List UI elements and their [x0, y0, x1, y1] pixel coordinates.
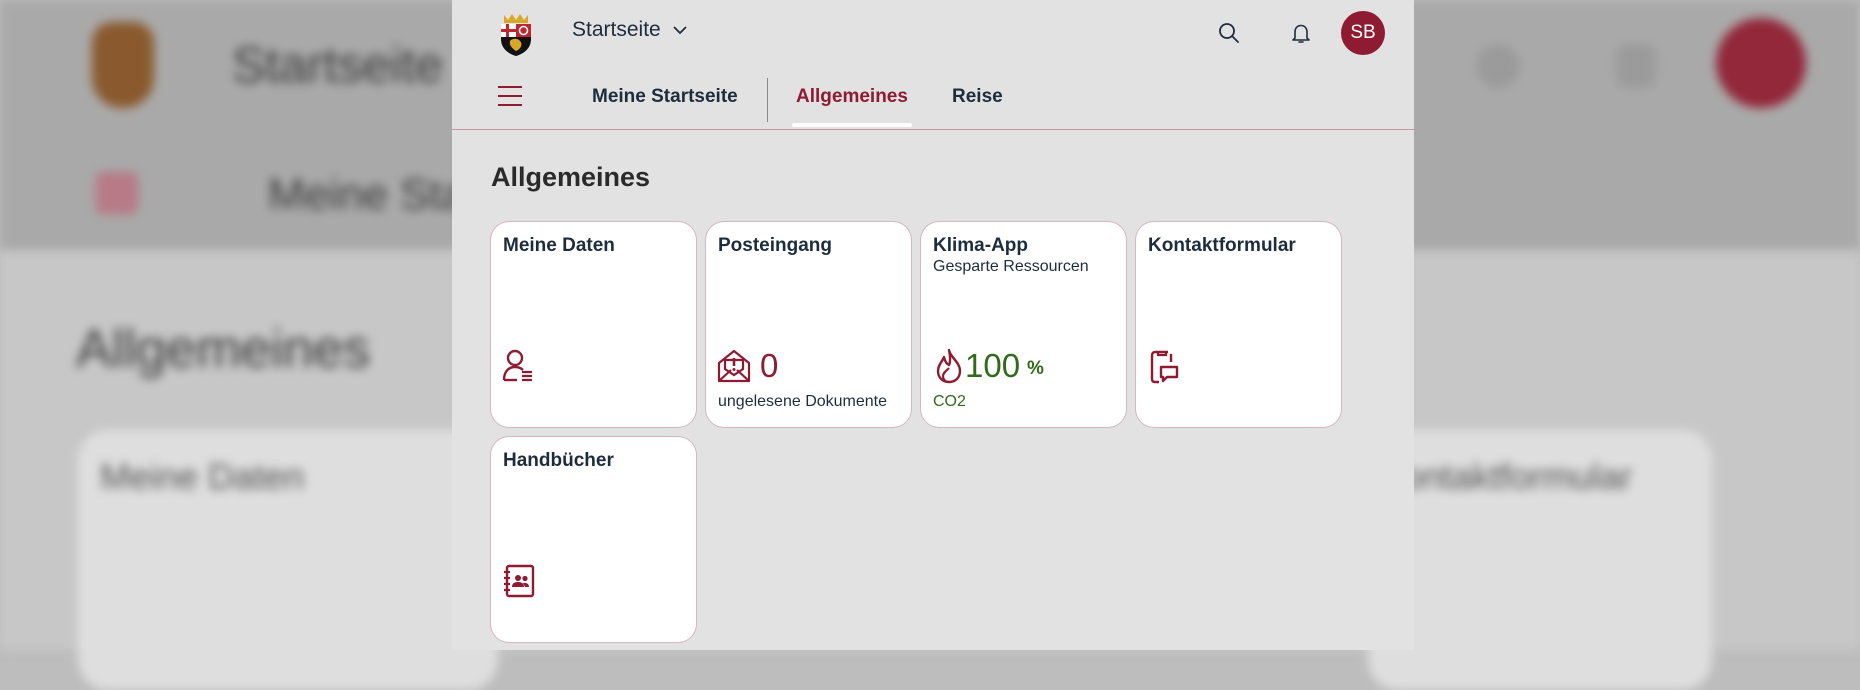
search-button[interactable]	[1214, 18, 1244, 48]
notifications-button[interactable]	[1286, 18, 1316, 48]
bg-logo	[92, 22, 154, 108]
tile-title: Kontaktformular	[1148, 235, 1296, 256]
main-panel: Startseite SB Meine Startseite Allgemein…	[452, 0, 1414, 650]
tab-meine-startseite[interactable]: Meine Startseite	[592, 86, 738, 108]
bg-card-left: Meine Daten	[78, 430, 498, 690]
app-title-dropdown[interactable]: Startseite	[572, 18, 689, 42]
tile-footer: CO2	[933, 393, 966, 410]
bg-search-icon	[1476, 44, 1520, 88]
bg-avatar	[1716, 18, 1806, 108]
tile-subtitle: Gesparte Ressourcen	[933, 258, 1089, 275]
bg-tab: Meine Star	[268, 170, 481, 219]
avatar[interactable]: SB	[1341, 11, 1385, 55]
shell-bar: Startseite SB	[452, 0, 1414, 66]
app-title: Startseite	[572, 18, 661, 41]
bg-menu-icon	[96, 172, 138, 214]
tile-posteingang[interactable]: Posteingang 0 ungelesene Dokumente	[706, 222, 911, 427]
tab-reise[interactable]: Reise	[952, 86, 1003, 108]
tile-klima-app[interactable]: Klima-App Gesparte Ressourcen 100 % CO2	[921, 222, 1126, 427]
tile-title: Posteingang	[718, 235, 833, 256]
kpi-unit: %	[1027, 358, 1044, 379]
tile-kontaktformular[interactable]: Kontaktformular	[1136, 222, 1341, 427]
hamburger-menu-icon[interactable]	[498, 86, 522, 106]
bg-title: Startseite	[232, 37, 444, 93]
section-title: Allgemeines	[491, 162, 651, 192]
tile-title: Klima-App	[933, 235, 1028, 256]
chevron-down-icon	[673, 26, 687, 35]
coat-of-arms-logo[interactable]	[496, 11, 536, 57]
bg-card-right-label: ontaktformular	[1402, 456, 1633, 497]
bg-card-right: ontaktformular	[1368, 430, 1712, 690]
user-list-icon	[502, 349, 532, 382]
search-icon	[1219, 23, 1239, 43]
bg-heading: Allgemeines	[76, 319, 371, 379]
tab-allgemeines[interactable]: Allgemeines	[796, 86, 908, 108]
address-book-icon	[504, 564, 535, 598]
tab-separator	[767, 78, 768, 122]
inbox-alert-icon	[717, 349, 751, 383]
flame-icon	[936, 348, 962, 384]
kpi-value: 100	[965, 347, 1021, 384]
kpi-value: 0	[760, 347, 779, 384]
navigation-bar: Meine Startseite Allgemeines Reise	[452, 66, 1414, 130]
bg-bell-icon	[1616, 44, 1656, 88]
bg-card-left-label: Meine Daten	[100, 456, 305, 497]
tile-meine-daten[interactable]: Meine Daten	[491, 222, 696, 427]
active-tab-indicator	[792, 123, 912, 127]
tile-handbuecher[interactable]: Handbücher	[491, 437, 696, 642]
tile-title: Handbücher	[503, 450, 614, 471]
bell-icon	[1292, 24, 1310, 43]
phone-message-icon	[1150, 350, 1179, 384]
tile-footer: ungelesene Dokumente	[718, 393, 888, 410]
tile-title: Meine Daten	[503, 235, 615, 256]
